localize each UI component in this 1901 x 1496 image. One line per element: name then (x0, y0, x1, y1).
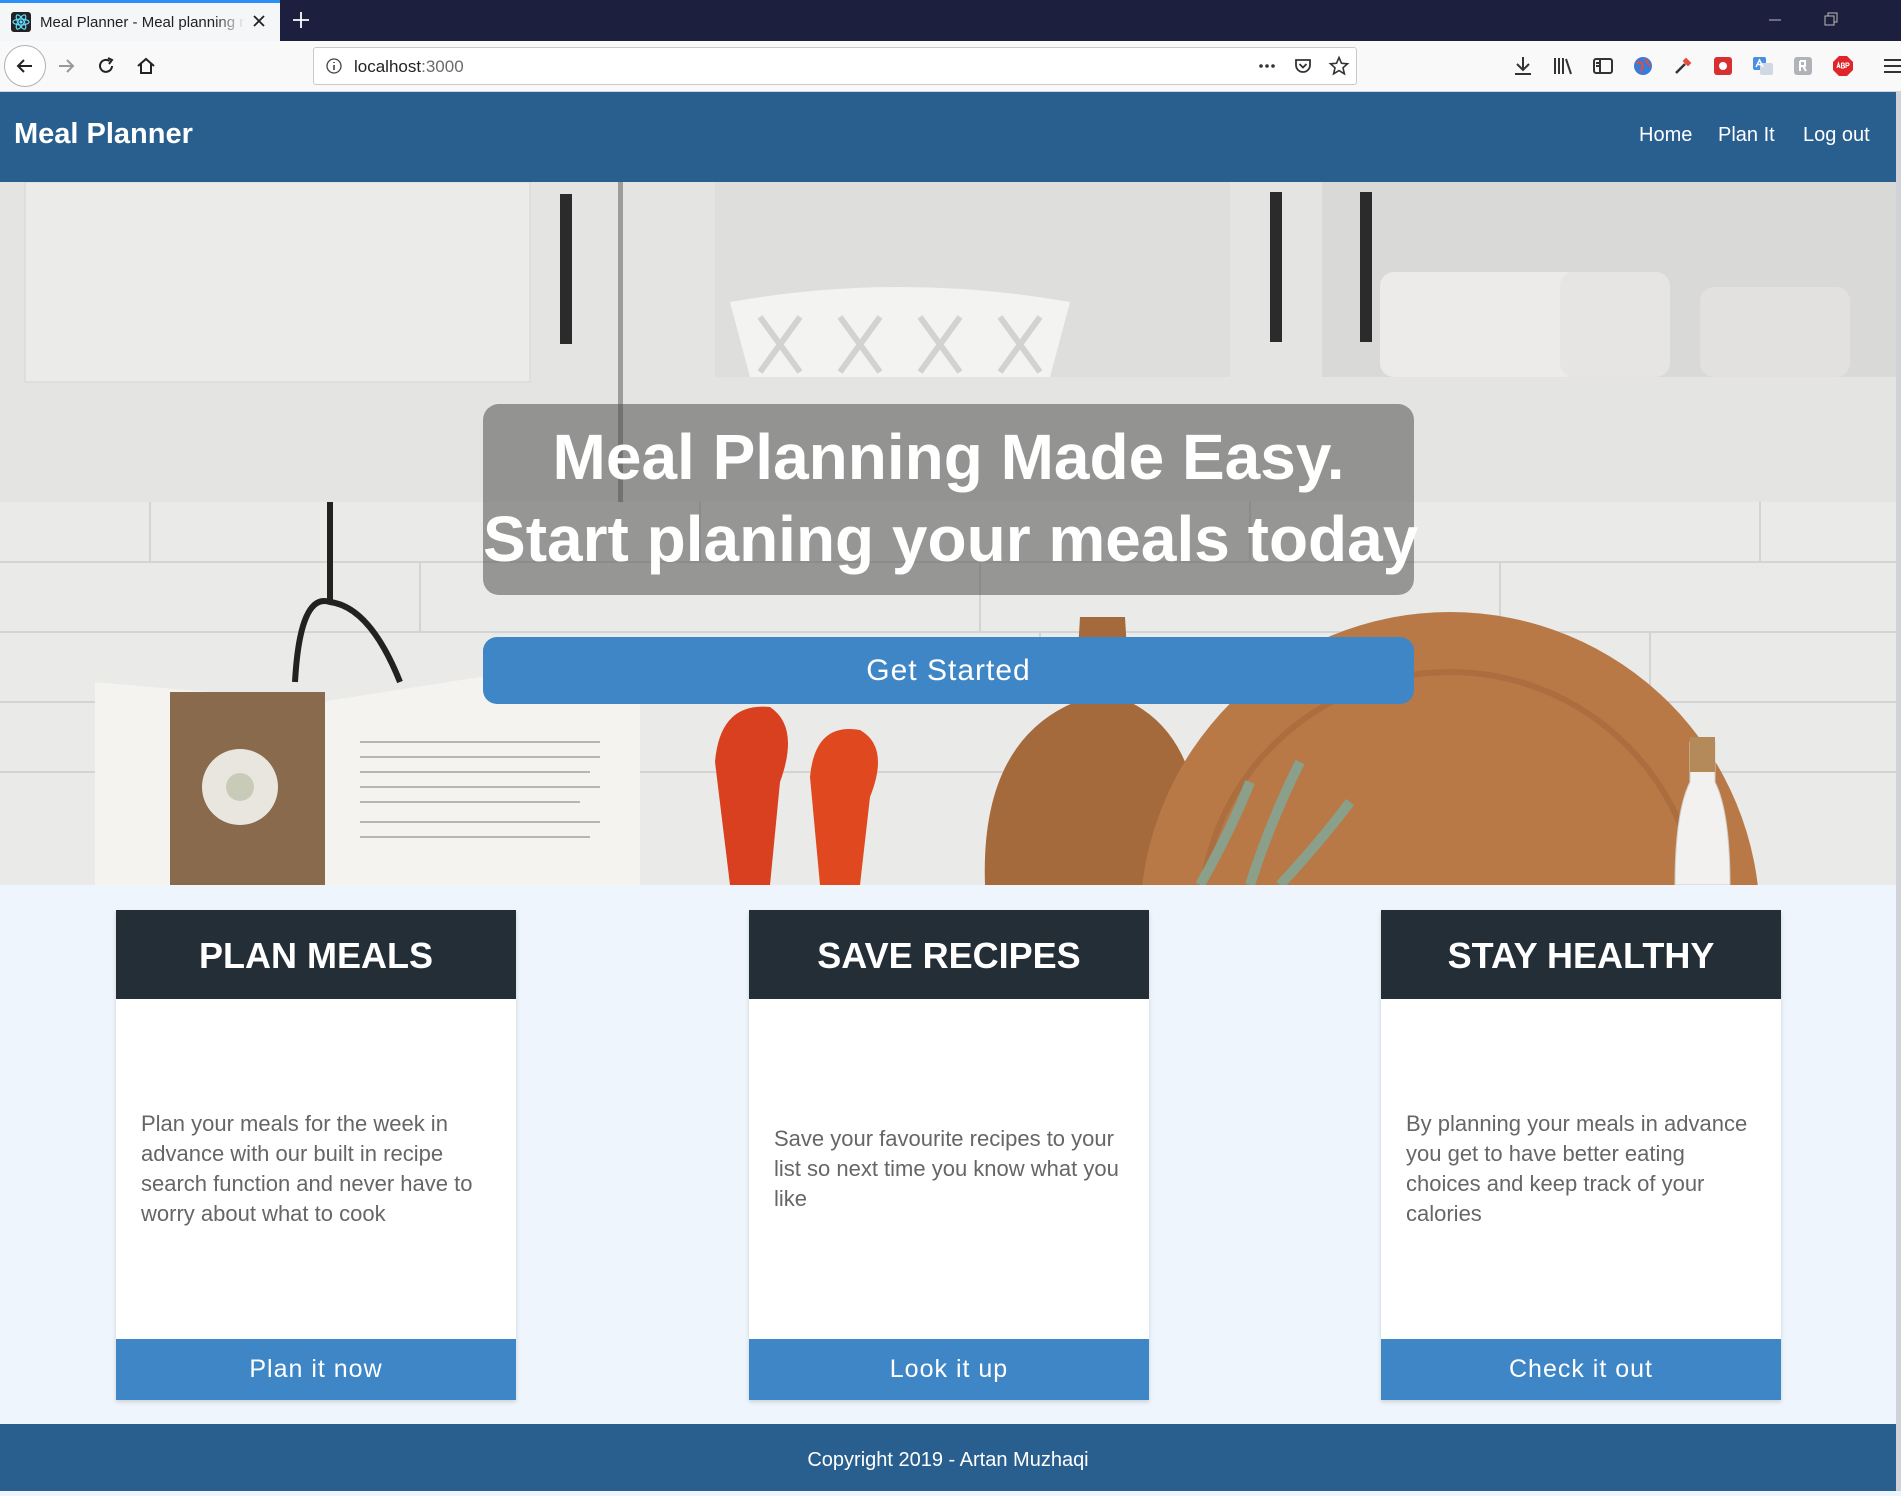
feature-card-stay-healthy: STAY HEALTHY By planning your meals in a… (1381, 910, 1781, 1400)
hero-section: Meal Planning Made Easy. Start planing y… (0, 182, 1896, 885)
card-text: Save your favourite recipes to your list… (774, 1126, 1119, 1211)
url-port: :3000 (421, 57, 464, 76)
card-text: By planning your meals in advance you ge… (1406, 1111, 1748, 1226)
hero-title-line-1: Meal Planning Made Easy. (552, 421, 1345, 493)
pocket-icon[interactable] (1292, 55, 1314, 77)
app-header: Meal Planner Home Plan It Log out (0, 92, 1896, 182)
more-actions-icon[interactable] (1256, 55, 1278, 77)
url-text: localhost:3000 (354, 57, 464, 77)
nav-log-out[interactable]: Log out (1803, 124, 1870, 147)
plan-it-now-button[interactable]: Plan it now (116, 1339, 516, 1400)
extension-globe-icon[interactable] (1631, 54, 1655, 78)
back-button[interactable] (4, 45, 46, 87)
download-icon[interactable] (1511, 54, 1535, 78)
nav-plan-it[interactable]: Plan It (1718, 124, 1775, 147)
bookmark-star-icon[interactable] (1328, 55, 1350, 77)
adblock-icon[interactable] (1831, 54, 1855, 78)
card-text: Plan your meals for the week in advance … (141, 1111, 473, 1226)
card-description: Save your favourite recipes to your list… (774, 999, 1124, 1339)
new-tab-icon[interactable] (290, 9, 312, 31)
home-button[interactable] (131, 51, 161, 81)
extension-grey-icon[interactable] (1791, 54, 1815, 78)
card-title: SAVE RECIPES (749, 910, 1149, 999)
info-icon[interactable] (325, 57, 343, 75)
browser-tab-active[interactable]: Meal Planner - Meal planning made easy (0, 0, 280, 41)
brand-logo[interactable]: Meal Planner (14, 118, 193, 151)
arrow-right-icon (59, 59, 75, 73)
card-title: STAY HEALTHY (1381, 910, 1781, 999)
hamburger-menu-icon[interactable] (1881, 54, 1901, 78)
copyright-text: Copyright 2019 - Artan Muzhaqi (807, 1449, 1089, 1471)
browser-tab-strip: Meal Planner - Meal planning made easy (0, 0, 1901, 41)
get-started-button[interactable]: Get Started (483, 637, 1414, 704)
hero-title-line-2: Start planing your meals today (483, 503, 1419, 575)
check-it-out-button[interactable]: Check it out (1381, 1339, 1781, 1400)
restore-icon[interactable] (1820, 9, 1842, 31)
nav-home[interactable]: Home (1639, 124, 1692, 147)
look-it-up-button[interactable]: Look it up (749, 1339, 1149, 1400)
forward-button[interactable] (51, 51, 81, 81)
card-title: PLAN MEALS (116, 910, 516, 999)
tab-title: Meal Planner - Meal planning made easy (40, 13, 245, 31)
reload-icon (99, 57, 114, 73)
page-scrollbar[interactable] (1896, 92, 1901, 1491)
translate-icon[interactable] (1751, 54, 1775, 78)
reload-button[interactable] (91, 51, 121, 81)
react-favicon-icon (11, 12, 31, 32)
hero-title-box: Meal Planning Made Easy. Start planing y… (483, 404, 1419, 595)
arrow-left-icon (16, 59, 32, 73)
sidebar-icon[interactable] (1591, 54, 1615, 78)
library-icon[interactable] (1551, 54, 1575, 78)
card-description: By planning your meals in advance you ge… (1406, 999, 1756, 1339)
extension-red-icon[interactable] (1711, 54, 1735, 78)
feature-card-plan-meals: PLAN MEALS Plan your meals for the week … (116, 910, 516, 1400)
url-host: localhost (354, 57, 422, 76)
minimize-icon[interactable] (1764, 9, 1786, 31)
address-bar[interactable]: localhost:3000 (313, 47, 1357, 85)
close-tab-icon[interactable] (250, 12, 268, 30)
card-description: Plan your meals for the week in advance … (141, 999, 491, 1339)
browser-toolbar: localhost:3000 (0, 41, 1901, 92)
home-icon (137, 57, 155, 74)
eyedropper-icon[interactable] (1671, 54, 1695, 78)
feature-card-save-recipes: SAVE RECIPES Save your favourite recipes… (749, 910, 1149, 1400)
page-footer: Copyright 2019 - Artan Muzhaqi (0, 1424, 1896, 1491)
